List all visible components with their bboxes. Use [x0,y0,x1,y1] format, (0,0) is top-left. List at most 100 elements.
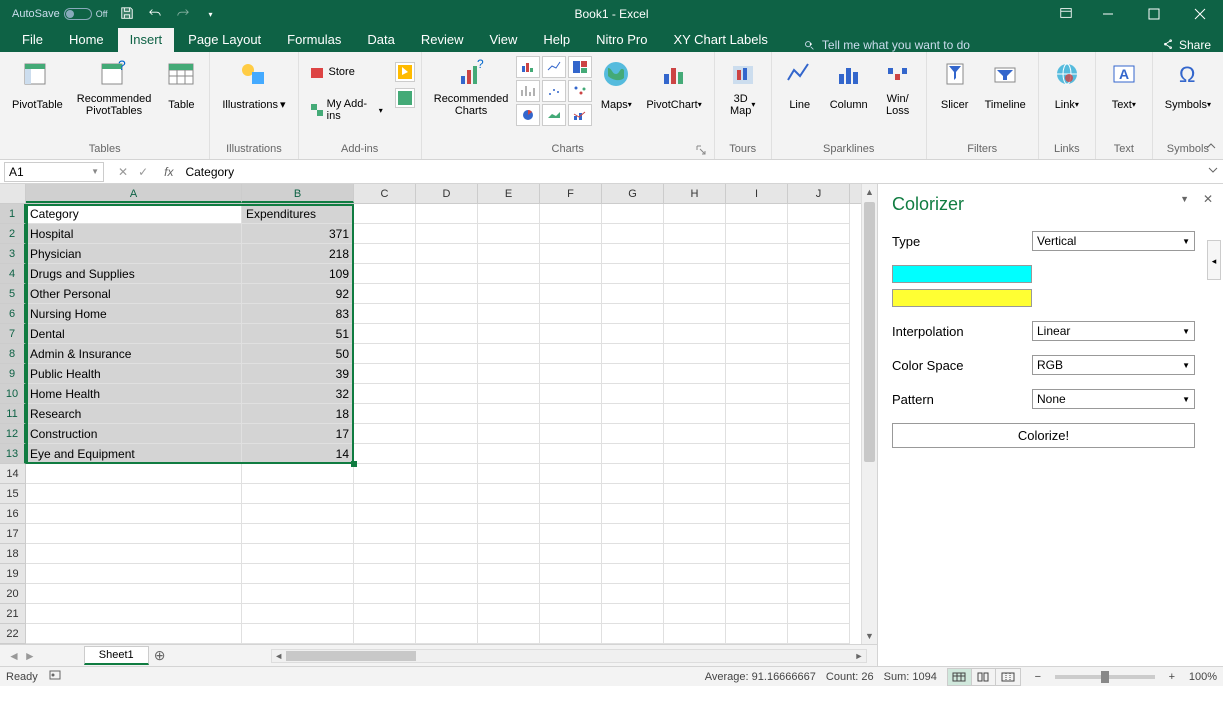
cell-B1[interactable]: Expenditures [242,204,354,224]
cell-E22[interactable] [478,624,540,644]
cell-A18[interactable] [26,544,242,564]
tab-view[interactable]: View [477,28,529,52]
cell-E18[interactable] [478,544,540,564]
cell-C5[interactable] [354,284,416,304]
cell-J1[interactable] [788,204,850,224]
zoom-slider[interactable] [1055,675,1155,679]
cell-B13[interactable]: 14 [242,444,354,464]
row-header[interactable]: 8 [0,344,26,364]
cell-F1[interactable] [540,204,602,224]
cell-I1[interactable] [726,204,788,224]
chart-surface-icon[interactable] [542,104,566,126]
row-header[interactable]: 6 [0,304,26,324]
cell-A10[interactable]: Home Health [26,384,242,404]
cell-D6[interactable] [416,304,478,324]
collapse-ribbon-icon[interactable] [1205,140,1217,155]
cell-E19[interactable] [478,564,540,584]
cell-H9[interactable] [664,364,726,384]
cell-E9[interactable] [478,364,540,384]
spreadsheet-grid[interactable]: ABCDEFGHIJ 1CategoryExpenditures2Hospita… [0,184,877,644]
cell-C8[interactable] [354,344,416,364]
cell-C10[interactable] [354,384,416,404]
cell-D12[interactable] [416,424,478,444]
cell-E21[interactable] [478,604,540,624]
cell-B4[interactable]: 109 [242,264,354,284]
cell-F21[interactable] [540,604,602,624]
cell-B22[interactable] [242,624,354,644]
cell-E17[interactable] [478,524,540,544]
col-header-H[interactable]: H [664,184,726,203]
cell-G6[interactable] [602,304,664,324]
tab-help[interactable]: Help [531,28,582,52]
cell-A8[interactable]: Admin & Insurance [26,344,242,364]
interpolation-select[interactable]: Linear▼ [1032,321,1195,341]
tab-home[interactable]: Home [57,28,116,52]
color-swatch-2[interactable] [892,289,1032,307]
cell-D20[interactable] [416,584,478,604]
cell-J16[interactable] [788,504,850,524]
row-header[interactable]: 21 [0,604,26,624]
cell-E20[interactable] [478,584,540,604]
cell-C12[interactable] [354,424,416,444]
col-header-I[interactable]: I [726,184,788,203]
cell-J5[interactable] [788,284,850,304]
cell-F17[interactable] [540,524,602,544]
cell-I21[interactable] [726,604,788,624]
redo-icon[interactable] [174,6,192,23]
cell-F2[interactable] [540,224,602,244]
cell-C3[interactable] [354,244,416,264]
col-header-F[interactable]: F [540,184,602,203]
cell-F20[interactable] [540,584,602,604]
cell-G9[interactable] [602,364,664,384]
my-addins-button[interactable]: My Add-ins ▾ [305,96,387,124]
chart-column-icon[interactable] [516,56,540,78]
minimize-button[interactable] [1085,0,1131,28]
cell-C6[interactable] [354,304,416,324]
ribbon-options-icon[interactable] [1059,6,1073,23]
horizontal-scrollbar[interactable]: ◄ ► [271,649,867,663]
fx-icon[interactable]: fx [158,165,179,179]
cell-G1[interactable] [602,204,664,224]
scroll-down-icon[interactable]: ▼ [862,628,877,644]
cell-J11[interactable] [788,404,850,424]
cell-F16[interactable] [540,504,602,524]
cell-E8[interactable] [478,344,540,364]
cell-B8[interactable]: 50 [242,344,354,364]
name-box[interactable]: A1▼ [4,162,104,182]
row-header[interactable]: 7 [0,324,26,344]
cell-B7[interactable]: 51 [242,324,354,344]
autosave-switch[interactable] [64,8,92,20]
formula-input[interactable]: Category [179,165,1203,179]
cell-C1[interactable] [354,204,416,224]
cell-G13[interactable] [602,444,664,464]
cell-C14[interactable] [354,464,416,484]
cell-H16[interactable] [664,504,726,524]
sparkline-column-button[interactable]: Column [824,56,874,120]
scroll-left-icon[interactable]: ◄ [272,650,286,662]
tell-me-search[interactable]: Tell me what you want to do [802,38,970,52]
symbols-button[interactable]: ΩSymbols▾ [1159,56,1217,120]
cell-E1[interactable] [478,204,540,224]
cell-J13[interactable] [788,444,850,464]
cell-G18[interactable] [602,544,664,564]
colorize-button[interactable]: Colorize! [892,423,1195,448]
cell-A19[interactable] [26,564,242,584]
cell-F22[interactable] [540,624,602,644]
cell-C19[interactable] [354,564,416,584]
col-header-G[interactable]: G [602,184,664,203]
sparkline-line-button[interactable]: Line [778,56,822,120]
cell-F12[interactable] [540,424,602,444]
row-header[interactable]: 13 [0,444,26,464]
taskpane-collapse-icon[interactable]: ◂ [1207,240,1221,280]
cell-D15[interactable] [416,484,478,504]
tab-data[interactable]: Data [355,28,406,52]
cell-I10[interactable] [726,384,788,404]
cell-H13[interactable] [664,444,726,464]
cell-A5[interactable]: Other Personal [26,284,242,304]
chart-treemap-icon[interactable] [568,56,592,78]
cell-H4[interactable] [664,264,726,284]
timeline-button[interactable]: Timeline [979,56,1032,120]
cell-C17[interactable] [354,524,416,544]
cell-B20[interactable] [242,584,354,604]
cell-H5[interactable] [664,284,726,304]
